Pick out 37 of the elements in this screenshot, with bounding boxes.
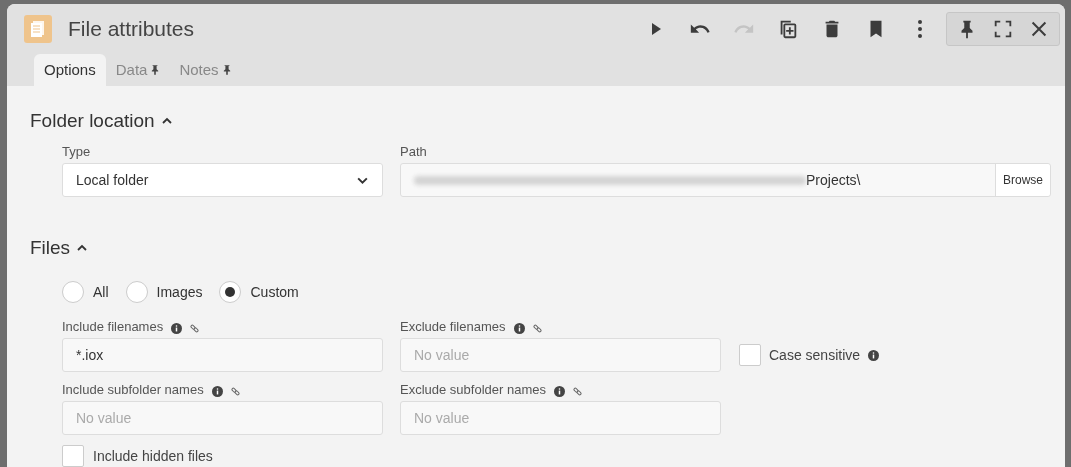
info-icon[interactable] xyxy=(868,349,880,361)
checkbox[interactable] xyxy=(62,445,84,467)
text-field[interactable]: No value xyxy=(62,401,383,435)
text-field[interactable]: No value xyxy=(400,401,721,435)
radio-button[interactable] xyxy=(62,281,84,303)
tab[interactable]: Options xyxy=(34,54,106,86)
section-heading: Folder location xyxy=(30,110,155,132)
checkbox-label: Include hidden files xyxy=(93,448,213,464)
radio-label: Custom xyxy=(250,284,299,300)
type-dropdown[interactable]: Local folder xyxy=(62,163,383,197)
section-heading: Files xyxy=(30,237,71,259)
field-label: Type xyxy=(62,144,92,161)
field-label: Include subfolder names xyxy=(62,382,204,399)
info-icon[interactable] xyxy=(513,322,525,334)
link-icon[interactable] xyxy=(532,323,542,333)
link-icon[interactable] xyxy=(230,386,240,396)
document-icon xyxy=(24,15,52,43)
checkbox-label: Case sensitive xyxy=(769,347,861,363)
field-label: Exclude filenames xyxy=(400,319,506,336)
window-title: File attributes xyxy=(68,17,195,41)
radio-button[interactable] xyxy=(219,281,242,303)
info-icon[interactable] xyxy=(171,322,183,334)
radio-button[interactable] xyxy=(125,281,148,303)
radio-label: All xyxy=(93,284,109,300)
text-field[interactable]: *.iox xyxy=(62,338,383,372)
info-icon[interactable] xyxy=(211,385,223,397)
field-label: Include filenames xyxy=(62,319,164,336)
more-icon xyxy=(918,20,922,38)
text-field[interactable]: No value xyxy=(400,338,721,372)
field-label: Path xyxy=(400,144,428,161)
info-icon[interactable] xyxy=(554,385,565,397)
link-icon[interactable] xyxy=(190,323,200,333)
radio-label: Images xyxy=(156,284,203,300)
checkbox[interactable] xyxy=(739,344,761,366)
expand-icon xyxy=(992,18,1014,40)
link-icon[interactable] xyxy=(573,386,582,396)
field-label: Exclude subfolder names xyxy=(400,382,546,399)
